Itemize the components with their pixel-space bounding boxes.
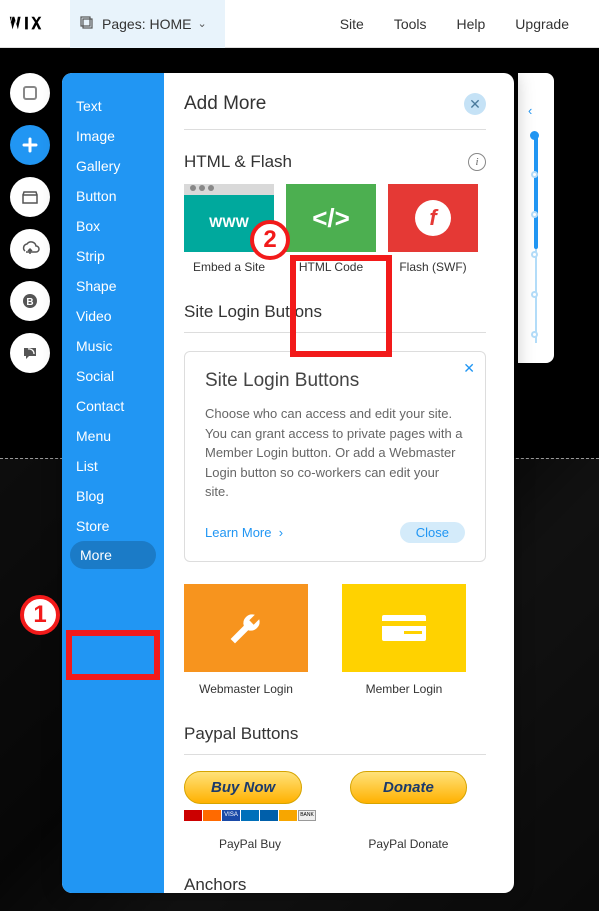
panel-title: Add More [184,93,266,115]
member-login-label: Member Login [366,682,443,696]
cat-text[interactable]: Text [62,91,164,121]
tile-paypal-donate[interactable]: Donate PayPal Donate [350,771,467,851]
tile-embed-site[interactable]: WWW Embed a Site [184,184,274,274]
pages-icon [80,16,96,32]
section-login-header: Site Login Buttons [184,302,486,322]
cat-social[interactable]: Social [62,361,164,391]
cat-strip[interactable]: Strip [62,241,164,271]
html-tiles-row: WWW Embed a Site </> HTML Code f Flash (… [184,184,486,274]
cat-image[interactable]: Image [62,121,164,151]
scroll-dot-6[interactable] [531,331,538,338]
flash-label: Flash (SWF) [399,260,466,274]
rail-add-button[interactable] [10,125,50,165]
embed-site-label: Embed a Site [193,260,265,274]
chevron-down-icon: ⌄ [197,17,206,30]
section-html-title: HTML & Flash [184,152,292,172]
panel-content: Add More ✕ HTML & Flash i WWW Embed a Si… [164,73,514,893]
scroll-dot-4[interactable] [531,251,538,258]
paypal-donate-button: Donate [350,771,467,804]
cat-menu[interactable]: Menu [62,421,164,451]
paypal-donate-label: PayPal Donate [368,837,448,851]
section-anchors-title: Anchors [184,875,246,894]
add-panel: Text Image Gallery Button Box Strip Shap… [62,73,514,893]
cat-video[interactable]: Video [62,301,164,331]
rail-blog-button[interactable]: B [10,281,50,321]
section-anchors-header: Anchors [184,875,486,894]
panel-close-button[interactable]: ✕ [464,93,486,115]
card-body: Choose who can access and edit your site… [205,404,465,502]
section-scroll-indicator: ‹ [518,73,554,363]
scroll-dot-2[interactable] [531,171,538,178]
login-tiles-row: Webmaster Login Member Login [184,584,486,696]
left-tools-rail: B [10,73,58,373]
tile-paypal-buy[interactable]: Buy Now VISABANK PayPal Buy [184,771,316,851]
info-icon[interactable]: i [468,153,486,171]
cat-shape[interactable]: Shape [62,271,164,301]
paypal-buy-button: Buy Now [184,771,302,804]
pages-label: Pages: HOME [102,16,191,32]
rail-uploads-button[interactable] [10,229,50,269]
chevron-left-icon[interactable]: ‹ [528,103,532,118]
tile-webmaster-login[interactable]: Webmaster Login [184,584,308,696]
webmaster-login-label: Webmaster Login [199,682,293,696]
card-footer: Learn More › Close [205,522,465,543]
tile-member-login[interactable]: Member Login [342,584,466,696]
nav-upgrade[interactable]: Upgrade [515,16,569,32]
html-code-icon: </> [286,184,376,252]
learn-more-link[interactable]: Learn More › [205,525,283,540]
cat-list[interactable]: List [62,451,164,481]
rail-pages-button[interactable] [10,73,50,113]
flash-icon: f [388,184,478,252]
rail-chat-button[interactable] [10,333,50,373]
scroll-dot-5[interactable] [531,291,538,298]
scroll-dot-3[interactable] [531,211,538,218]
section-login-title: Site Login Buttons [184,302,322,322]
nav-tools[interactable]: Tools [394,16,427,32]
svg-text:B: B [26,297,33,308]
section-paypal-title: Paypal Buttons [184,724,298,744]
nav-help[interactable]: Help [457,16,486,32]
cat-blog[interactable]: Blog [62,481,164,511]
card-close-button[interactable]: Close [400,522,465,543]
cat-music[interactable]: Music [62,331,164,361]
section-html-header: HTML & Flash i [184,152,486,172]
embed-site-icon: WWW [184,184,274,252]
wix-logo[interactable] [0,13,70,35]
divider [184,332,486,333]
tile-flash[interactable]: f Flash (SWF) [388,184,478,274]
top-nav: Site Tools Help Upgrade [340,16,599,32]
cat-gallery[interactable]: Gallery [62,151,164,181]
card-title: Site Login Buttons [205,370,465,392]
card-close-icon[interactable]: ✕ [463,360,475,377]
cat-contact[interactable]: Contact [62,391,164,421]
cat-button[interactable]: Button [62,181,164,211]
top-bar: Pages: HOME ⌄ Site Tools Help Upgrade [0,0,599,48]
cat-more[interactable]: More [70,541,156,569]
scroll-dot-1[interactable] [530,131,539,140]
card-icon [342,584,466,672]
scroll-active-bar [534,133,538,249]
paypal-row: Buy Now VISABANK PayPal Buy Donate PayPa… [184,771,486,851]
pages-dropdown[interactable]: Pages: HOME ⌄ [70,0,225,48]
category-sidebar: Text Image Gallery Button Box Strip Shap… [62,73,164,893]
cat-store[interactable]: Store [62,511,164,541]
html-code-label: HTML Code [299,260,363,274]
paypal-buy-label: PayPal Buy [185,837,315,851]
wrench-icon [184,584,308,672]
card-logos: VISABANK [184,810,316,821]
login-info-card: ✕ Site Login Buttons Choose who can acce… [184,351,486,562]
cat-box[interactable]: Box [62,211,164,241]
section-paypal-header: Paypal Buttons [184,724,486,744]
divider [184,754,486,755]
tile-html-code[interactable]: </> HTML Code [286,184,376,274]
rail-market-button[interactable] [10,177,50,217]
panel-header: Add More ✕ [184,93,486,130]
nav-site[interactable]: Site [340,16,364,32]
